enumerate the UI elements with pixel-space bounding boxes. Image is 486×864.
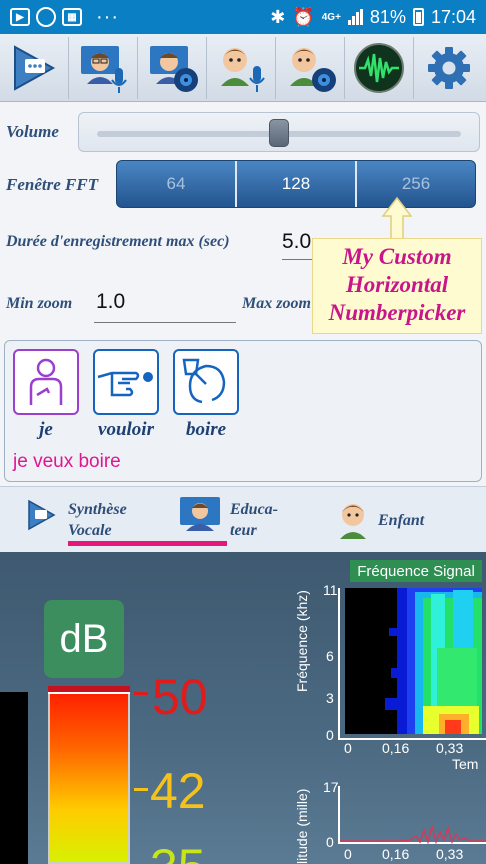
time-tick-0: 0	[344, 740, 352, 756]
battery-icon	[412, 8, 424, 26]
tts-icon	[28, 499, 56, 531]
signal-icon	[347, 9, 363, 25]
battery-percent: 81%	[369, 6, 406, 27]
frequency-signal-badge[interactable]: Fréquence Signal	[350, 560, 482, 582]
record-duration-label: Durée d'enregistrement max (sec)	[6, 233, 230, 250]
tab-enfant-label: Enfant	[378, 512, 425, 529]
child-icon	[340, 504, 366, 539]
amp-tick-0: 0	[326, 834, 334, 850]
pictogram-vouloir[interactable]	[93, 349, 159, 415]
tick-label-50: 50	[152, 669, 208, 725]
waveform-button[interactable]	[345, 36, 414, 99]
pictogram-label-vouloir: vouloir	[98, 419, 154, 440]
tick-label-35: 35	[150, 838, 206, 864]
record-duration-field[interactable]: 5.0	[282, 230, 316, 260]
tab-enfant[interactable]: Enfant	[334, 493, 464, 545]
hand-pointing-icon	[97, 371, 153, 397]
educator-speaker-icon	[150, 45, 198, 92]
educator-speaker-button[interactable]	[138, 36, 207, 99]
tick-mark-42	[134, 788, 148, 791]
callout-box: My Custom Horizontal Numberpicker	[312, 238, 482, 334]
frequency-axis-label: Fréquence (khz)	[294, 590, 310, 692]
overflow-dots: ···	[96, 5, 119, 28]
educator-icon	[180, 497, 220, 531]
tab-educateur-line1: Educa-	[230, 501, 278, 518]
child-speaker-button[interactable]	[276, 36, 345, 99]
db-level-peak	[48, 686, 130, 694]
callout-line-1: My Custom	[342, 244, 452, 269]
amp-tick-17: 17	[323, 779, 339, 795]
settings-button[interactable]	[414, 37, 483, 99]
min-zoom-label: Min zoom	[6, 295, 73, 312]
fft-number-picker[interactable]: 64 128 256	[116, 160, 476, 208]
time-axis-line	[338, 738, 486, 740]
volume-slider[interactable]	[78, 112, 480, 152]
pictogram-panel: je vouloir boire je veux boire	[4, 340, 482, 482]
tab-educateur-line2: teur	[230, 522, 257, 539]
amp-time-tick-0: 0	[344, 846, 352, 862]
notification-gallery-icon: ▦	[62, 8, 82, 26]
freq-tick-0: 0	[326, 727, 334, 743]
fft-option-64[interactable]: 64	[117, 161, 237, 207]
educator-mic-icon	[81, 45, 127, 93]
child-mic-icon	[221, 47, 265, 92]
callout-arrow-icon	[381, 196, 413, 241]
amp-time-tick-033: 0,33	[436, 846, 464, 862]
volume-label: Volume	[6, 122, 59, 141]
volume-slider-thumb[interactable]	[269, 119, 289, 147]
min-zoom-field[interactable]: 1.0	[94, 290, 236, 323]
freq-tick-6: 6	[326, 648, 334, 664]
waveform-icon	[354, 42, 404, 93]
db-badge: dB	[44, 600, 124, 678]
callout-line-2: Horizontal	[345, 272, 449, 297]
notification-app-icon: ▶	[10, 8, 30, 26]
freq-tick-3: 3	[326, 690, 334, 706]
tab-educateur[interactable]: Educa- teur	[176, 493, 306, 545]
time-tick-016: 0,16	[382, 740, 410, 756]
max-zoom-label: Max zoom	[242, 295, 311, 312]
notification-cloud-icon	[36, 7, 56, 27]
fft-option-256[interactable]: 256	[357, 161, 475, 207]
db-level-bar	[48, 686, 130, 864]
pictogram-label-je: je	[39, 419, 53, 440]
bluetooth-icon: ✱	[270, 6, 286, 27]
fft-label: Fenêtre FFT	[6, 175, 99, 194]
pictogram-label-boire: boire	[185, 419, 227, 440]
child-mic-button[interactable]	[207, 36, 276, 99]
tick-label-42: 42	[150, 763, 206, 819]
person-pointing-self-icon	[29, 358, 63, 405]
amp-time-tick-016: 0,16	[382, 846, 410, 862]
secondary-level-bar	[0, 692, 28, 864]
toolbar	[0, 34, 486, 102]
tab-synthese[interactable]: Synthèse Vocale	[20, 493, 170, 545]
tab-synthese-line2: Vocale	[68, 522, 112, 539]
tts-button[interactable]	[0, 36, 69, 99]
network-label: 4G+	[321, 11, 341, 23]
child-speaker-icon	[290, 47, 336, 92]
tts-icon	[14, 44, 56, 91]
status-bar: ▶ ▦ ··· ✱ ⏰ 4G+ 81% 17:04	[0, 0, 486, 34]
gear-icon	[427, 46, 470, 89]
time-tick-033: 0,33	[436, 740, 464, 756]
amplitude-waveform	[340, 825, 486, 844]
freq-tick-11: 11	[323, 582, 338, 598]
pictogram-boire[interactable]	[173, 349, 239, 415]
educator-mic-button[interactable]	[69, 36, 138, 99]
screen: { "status_bar": { "overflow_dots": "\u00…	[0, 0, 486, 864]
fft-option-128[interactable]: 128	[237, 161, 357, 207]
clock: 17:04	[430, 6, 476, 27]
pictogram-je[interactable]	[13, 349, 79, 415]
tick-mark-50	[134, 692, 148, 695]
spectrogram	[345, 588, 482, 734]
time-axis-label: Tem	[452, 756, 479, 772]
sentence-text: je veux boire	[13, 451, 121, 472]
freq-axis-line	[338, 588, 340, 740]
amplitude-axis-label: litude (mille)	[294, 788, 310, 864]
callout-line-3: Numberpicker	[328, 300, 466, 325]
tab-active-indicator	[68, 541, 227, 546]
tab-synthese-line1: Synthèse	[68, 501, 127, 518]
alarm-icon: ⏰	[292, 6, 315, 27]
person-drinking-icon	[182, 358, 226, 404]
